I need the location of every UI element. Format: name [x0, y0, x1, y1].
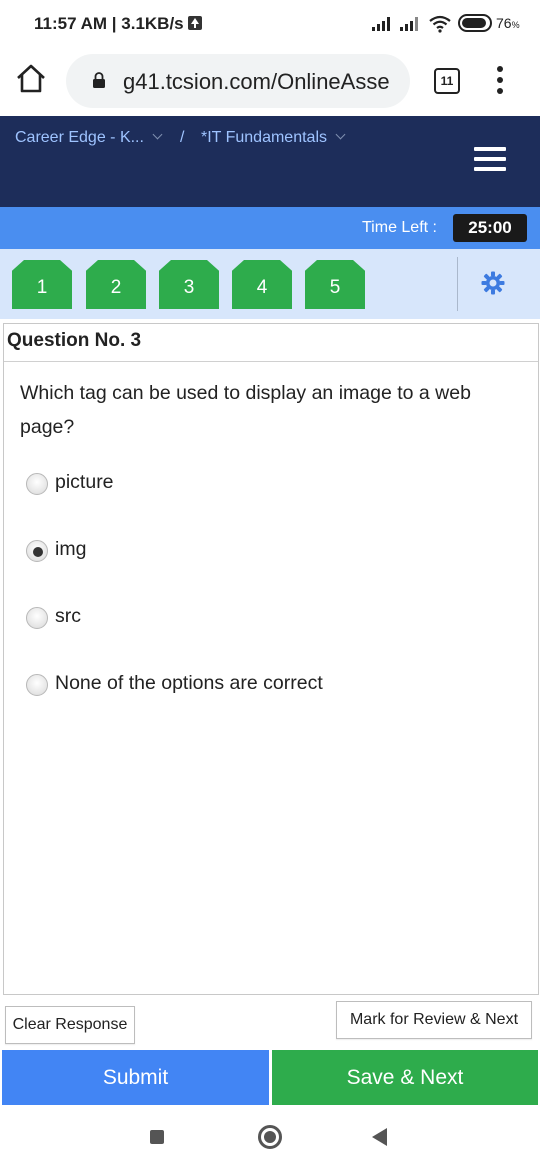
breadcrumb-separator: /: [180, 129, 185, 146]
radio-button-selected[interactable]: [26, 540, 48, 562]
back-icon[interactable]: [372, 1128, 387, 1146]
hamburger-menu-icon[interactable]: [474, 147, 506, 173]
status-bar: 11:57 AM | 3.1KB/s 76%: [0, 0, 540, 48]
divider: [4, 361, 538, 362]
more-options-icon[interactable]: [496, 66, 504, 96]
tabs-counter-icon[interactable]: 11: [434, 68, 460, 94]
breadcrumb-course[interactable]: Career Edge - K...: [15, 129, 163, 147]
wifi-icon: [429, 15, 451, 33]
question-panel: Question No. 3 Which tag can be used to …: [3, 323, 539, 995]
radio-button[interactable]: [26, 674, 48, 696]
option-label: None of the options are correct: [55, 672, 323, 694]
upload-arrow-icon: [187, 16, 202, 30]
address-bar[interactable]: g41.tcsion.com/OnlineAsse: [66, 54, 410, 108]
battery-level: 76%: [496, 15, 520, 31]
url-text: g41.tcsion.com/OnlineAsse: [123, 69, 390, 94]
question-button-2[interactable]: 2: [86, 260, 146, 309]
status-time: 11:57 AM | 3.1KB/s: [34, 14, 202, 34]
question-palette: 1 2 3 4 5: [0, 249, 540, 319]
home-icon[interactable]: [14, 62, 48, 96]
save-and-next-button[interactable]: Save & Next: [272, 1050, 538, 1105]
chevron-down-icon: [152, 129, 163, 140]
system-nav-bar: [0, 1112, 540, 1170]
option-label: img: [55, 538, 87, 560]
time-left-label: Time Left :: [362, 219, 437, 236]
radio-button[interactable]: [26, 607, 48, 629]
breadcrumb-section[interactable]: *IT Fundamentals: [201, 129, 346, 147]
time-left-value: 25:00: [453, 214, 527, 242]
question-button-1[interactable]: 1: [12, 260, 72, 309]
signal-icon-2: [400, 15, 422, 31]
submit-button[interactable]: Submit: [2, 1050, 269, 1105]
radio-button[interactable]: [26, 473, 48, 495]
browser-toolbar: g41.tcsion.com/OnlineAsse 11: [0, 48, 540, 116]
mark-for-review-button[interactable]: Mark for Review & Next: [336, 1001, 532, 1039]
palette-divider: [457, 257, 458, 311]
signal-icon: [372, 15, 394, 31]
recent-apps-icon[interactable]: [150, 1130, 164, 1144]
home-button-icon[interactable]: [258, 1125, 282, 1149]
clear-response-button[interactable]: Clear Response: [5, 1006, 135, 1044]
question-button-5[interactable]: 5: [305, 260, 365, 309]
question-button-3[interactable]: 3: [159, 260, 219, 309]
chevron-down-icon: [335, 129, 346, 140]
lock-icon: [93, 72, 105, 88]
gear-icon[interactable]: [481, 271, 505, 295]
option-label: picture: [55, 471, 114, 493]
battery-icon: [458, 14, 492, 32]
question-text: Which tag can be used to display an imag…: [20, 382, 471, 438]
question-number: Question No. 3: [7, 330, 142, 351]
timer-bar: Time Left : 25:00: [0, 207, 540, 249]
option-label: src: [55, 605, 81, 627]
app-header: Career Edge - K... / *IT Fundamentals: [0, 116, 540, 207]
question-button-4[interactable]: 4: [232, 260, 292, 309]
